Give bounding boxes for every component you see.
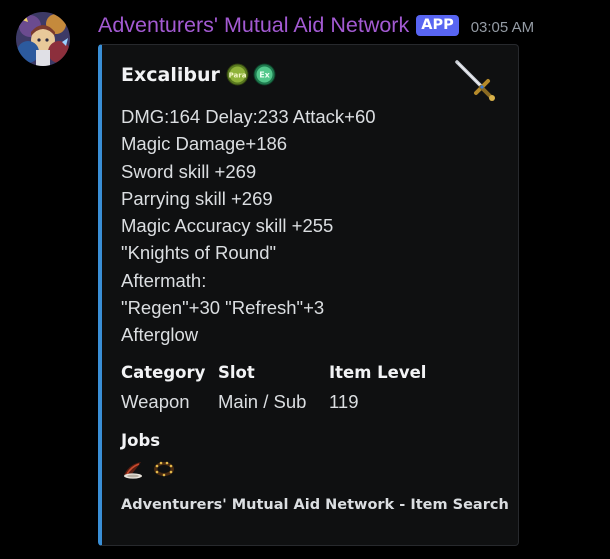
stat-line: "Knights of Round": [121, 242, 277, 264]
rune-fencer-job-icon[interactable]: [152, 458, 176, 480]
field-value: 119: [329, 391, 359, 412]
embed-title: Excalibur: [121, 63, 220, 86]
embed-title-row: Excalibur Para Ex: [121, 63, 276, 86]
svg-text:Para: Para: [228, 72, 246, 80]
field-name: Item Level: [329, 363, 427, 382]
stat-line: Magic Damage+186: [121, 133, 288, 155]
field-name: Jobs: [121, 431, 161, 450]
field-name: Slot: [218, 363, 255, 382]
paladin-job-icon[interactable]: [121, 458, 145, 480]
stat-line: Afterglow: [121, 324, 199, 346]
field-jobs: Jobs: [121, 428, 176, 480]
chat-message: Adventurers' Mutual Aid Network APP 03:0…: [0, 0, 610, 559]
stat-line: Aftermath:: [121, 269, 207, 291]
author-name[interactable]: Adventurers' Mutual Aid Network: [98, 13, 409, 38]
field-value: Main / Sub: [218, 391, 307, 412]
stat-line: Sword skill +269: [121, 160, 257, 182]
item-description: DMG:164 Delay:233 Attack+60 Magic Damage…: [121, 103, 421, 349]
sword-icon[interactable]: [451, 57, 499, 105]
field-slot: Slot Main / Sub: [218, 360, 306, 414]
para-icon[interactable]: Para: [226, 63, 249, 86]
ex-icon[interactable]: Ex: [253, 63, 276, 86]
field-value: Weapon: [121, 391, 190, 412]
field-category: Category Weapon: [121, 360, 205, 414]
svg-text:Ex: Ex: [259, 71, 270, 80]
stat-line: "Regen"+30 "Refresh"+3: [121, 297, 325, 319]
field-name: Category: [121, 363, 206, 382]
stat-line: Magic Accuracy skill +255: [121, 215, 334, 237]
stat-line: DMG:164 Delay:233 Attack+60: [121, 106, 376, 127]
author-avatar[interactable]: [16, 12, 70, 66]
stat-line: Parrying skill +269: [121, 187, 273, 209]
field-item-level: Item Level 119: [329, 360, 426, 414]
item-embed: Excalibur Para Ex DMG:164 Delay:233 Atta…: [98, 44, 519, 546]
app-badge: APP: [416, 14, 459, 36]
message-timestamp[interactable]: 03:05 AM: [471, 19, 534, 36]
embed-footer: Adventurers' Mutual Aid Network - Item S…: [121, 497, 509, 513]
message-header: Adventurers' Mutual Aid Network APP 03:0…: [98, 10, 534, 40]
job-icon-list: [121, 458, 176, 480]
